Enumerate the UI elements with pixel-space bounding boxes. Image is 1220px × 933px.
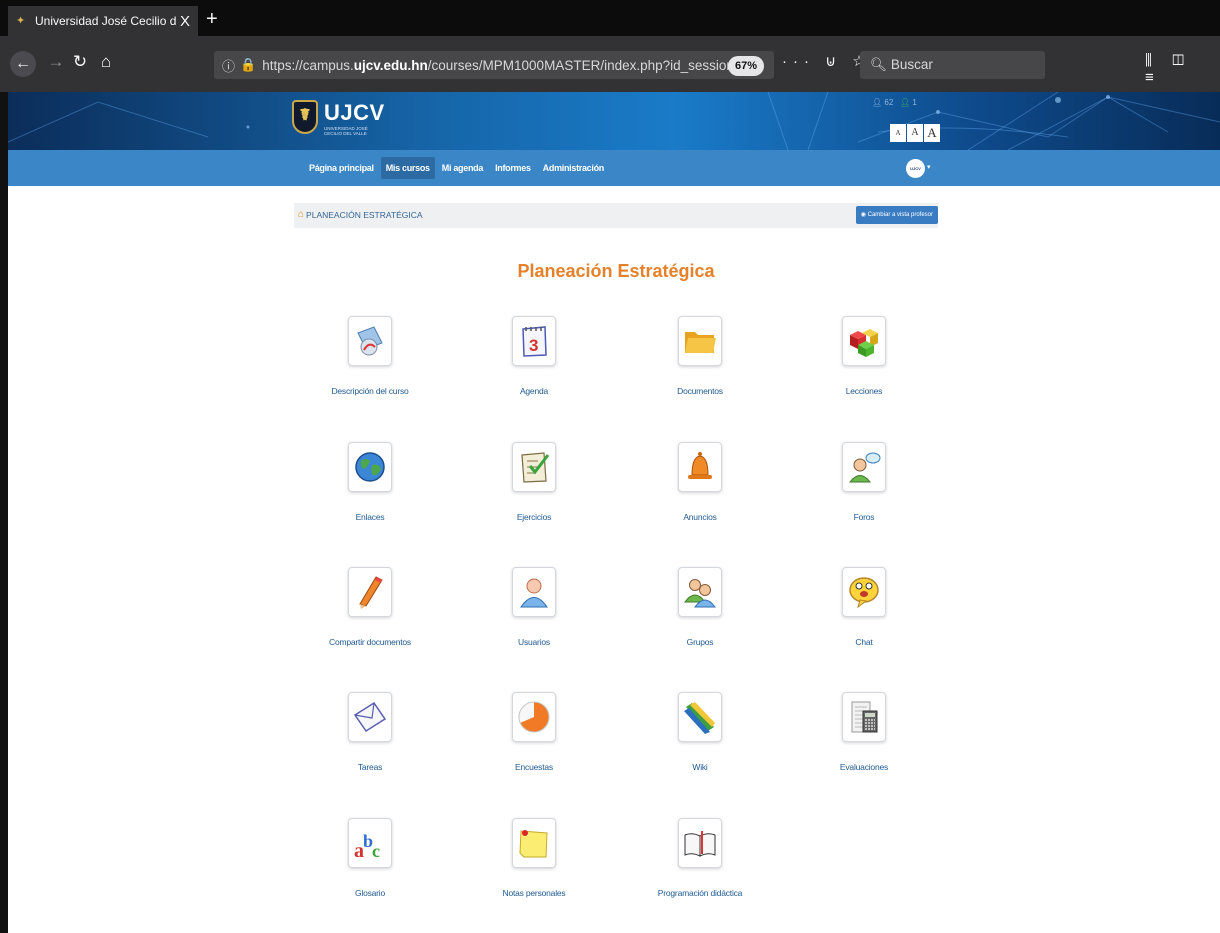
page-actions[interactable]: ··· ⊍ ☆	[782, 52, 872, 70]
tool-share-documents[interactable]: Compartir documentos	[300, 567, 440, 647]
envelope-icon	[353, 701, 387, 733]
lock-icon: 🔒	[240, 57, 257, 72]
tool-users[interactable]: Usuarios	[464, 567, 604, 647]
main-menu-bar: Página principal Mis cursos Mi agenda In…	[8, 150, 1220, 186]
tool-chat[interactable]: Chat	[794, 567, 934, 647]
tool-groups[interactable]: Grupos	[630, 567, 770, 647]
calculator-icon	[851, 701, 878, 733]
tool-evaluations[interactable]: Evaluaciones	[794, 692, 934, 772]
tool-personal-notes[interactable]: Notas personales	[464, 818, 604, 898]
font-small-button[interactable]: A	[890, 124, 906, 142]
url-text: https://campus.ujcv.edu.hn/courses/MPM10…	[262, 57, 759, 73]
address-bar[interactable]: ⓘ 🔒 https://campus.ujcv.edu.hn/courses/M…	[214, 51, 774, 79]
info-icon[interactable]: ⓘ	[222, 56, 235, 75]
zoom-indicator[interactable]: 67%	[728, 56, 765, 76]
breadcrumb-course-link[interactable]: ⌂ PLANEACIÓN ESTRATÉGICA	[298, 209, 423, 220]
font-size-controls: A A A	[890, 124, 940, 142]
university-shield-icon[interactable]: ☤	[292, 100, 318, 134]
pencil-icon	[359, 576, 383, 609]
tool-wiki[interactable]: Wiki	[630, 692, 770, 772]
svg-text:c: c	[372, 841, 380, 861]
sticky-note-icon	[519, 830, 548, 858]
online-course-icon: 👤︎	[899, 98, 911, 107]
menu-item-reports[interactable]: Informes	[490, 157, 536, 179]
browser-toolbar-icons[interactable]: ⫼ ◫ ≡	[1145, 52, 1220, 86]
menu-item-my-courses[interactable]: Mis cursos	[380, 157, 435, 179]
online-stats: 👤︎ 62 👤︎ 1	[872, 98, 917, 107]
reload-button[interactable]: ↻	[68, 50, 92, 74]
tool-lessons[interactable]: Lecciones	[794, 316, 934, 396]
svg-text:3: 3	[529, 336, 538, 355]
new-tab-button[interactable]: +	[206, 6, 218, 32]
tab-title: Universidad José Cecilio del Va	[35, 14, 176, 28]
tool-forums[interactable]: Foros	[794, 442, 934, 522]
books-icon	[684, 702, 715, 734]
tool-agenda[interactable]: 3 Agenda	[464, 316, 604, 396]
group-icon	[684, 579, 716, 608]
home-icon: ⌂	[298, 209, 305, 220]
tool-surveys[interactable]: Encuestas	[464, 692, 604, 772]
font-large-button[interactable]: A	[924, 124, 940, 142]
switch-to-teacher-view-button[interactable]: ◉ Cambiar a vista profesor	[855, 206, 938, 224]
checklist-icon	[521, 452, 550, 483]
tool-documents[interactable]: Documentos	[630, 316, 770, 396]
menu-item-administration[interactable]: Administración	[538, 157, 609, 179]
tool-didactic-programming[interactable]: Programación didáctica	[630, 818, 770, 898]
tool-glossary[interactable]: a b c Glosario	[300, 818, 440, 898]
tool-assignments[interactable]: Tareas	[300, 692, 440, 772]
calendar-icon: 3	[522, 326, 547, 357]
search-input[interactable]: 🔍︎ Buscar	[860, 51, 1045, 79]
browser-tab-bar: ✦ Universidad José Cecilio del Va X +	[0, 0, 1220, 36]
online-users-icon: 👤︎	[872, 98, 883, 107]
page-title: Planeación Estratégica	[517, 261, 715, 281]
site-logo-subtitle: UNIVERSIDAD JOSÉ CECILIO DEL VALLE	[324, 126, 368, 136]
chevron-down-icon[interactable]: ▾	[927, 163, 931, 171]
network-decoration	[8, 92, 1220, 150]
browser-tab[interactable]: ✦ Universidad José Cecilio del Va X	[8, 6, 198, 36]
home-button[interactable]: ⌂	[94, 50, 118, 74]
open-book-icon	[684, 831, 716, 857]
user-icon	[520, 578, 548, 608]
breadcrumb: ⌂ PLANEACIÓN ESTRATÉGICA ◉ Cambiar a vis…	[294, 203, 938, 228]
site-banner: ☤ UJCV UNIVERSIDAD JOSÉ CECILIO DEL VALL…	[8, 92, 1220, 150]
forum-user-icon	[848, 452, 881, 483]
font-medium-button[interactable]: A	[907, 124, 923, 142]
tool-exercises[interactable]: Ejercicios	[464, 442, 604, 522]
menu-item-home[interactable]: Página principal	[304, 157, 379, 179]
window-edge	[0, 92, 8, 933]
menu-item-agenda[interactable]: Mi agenda	[437, 157, 488, 179]
cubes-icon	[850, 329, 878, 357]
search-icon: 🔍︎	[870, 57, 891, 72]
main-menu: Página principal Mis cursos Mi agenda In…	[304, 150, 611, 186]
folder-icon	[685, 332, 716, 353]
globe-icon	[355, 452, 385, 482]
tool-links[interactable]: Enlaces	[300, 442, 440, 522]
browser-nav-bar: ← → ↻ ⌂ ⓘ 🔒 https://campus.ujcv.edu.hn/c…	[0, 36, 1220, 92]
course-description-icon	[357, 326, 383, 356]
tool-course-description[interactable]: Descripción del curso	[300, 316, 440, 396]
back-button[interactable]: ←	[10, 51, 36, 77]
user-avatar[interactable]: UJCV	[906, 159, 925, 178]
site-logo-text[interactable]: UJCV	[324, 100, 385, 126]
bell-icon	[688, 452, 712, 479]
tool-announcements[interactable]: Anuncios	[630, 442, 770, 522]
smiley-icon	[849, 577, 879, 609]
pie-icon	[518, 701, 550, 733]
forward-button[interactable]: →	[44, 50, 68, 74]
close-tab-icon[interactable]: X	[180, 13, 190, 30]
abc-icon: a b c	[354, 831, 380, 861]
favicon-icon: ✦	[16, 15, 26, 27]
eye-icon: ◉	[860, 212, 868, 218]
